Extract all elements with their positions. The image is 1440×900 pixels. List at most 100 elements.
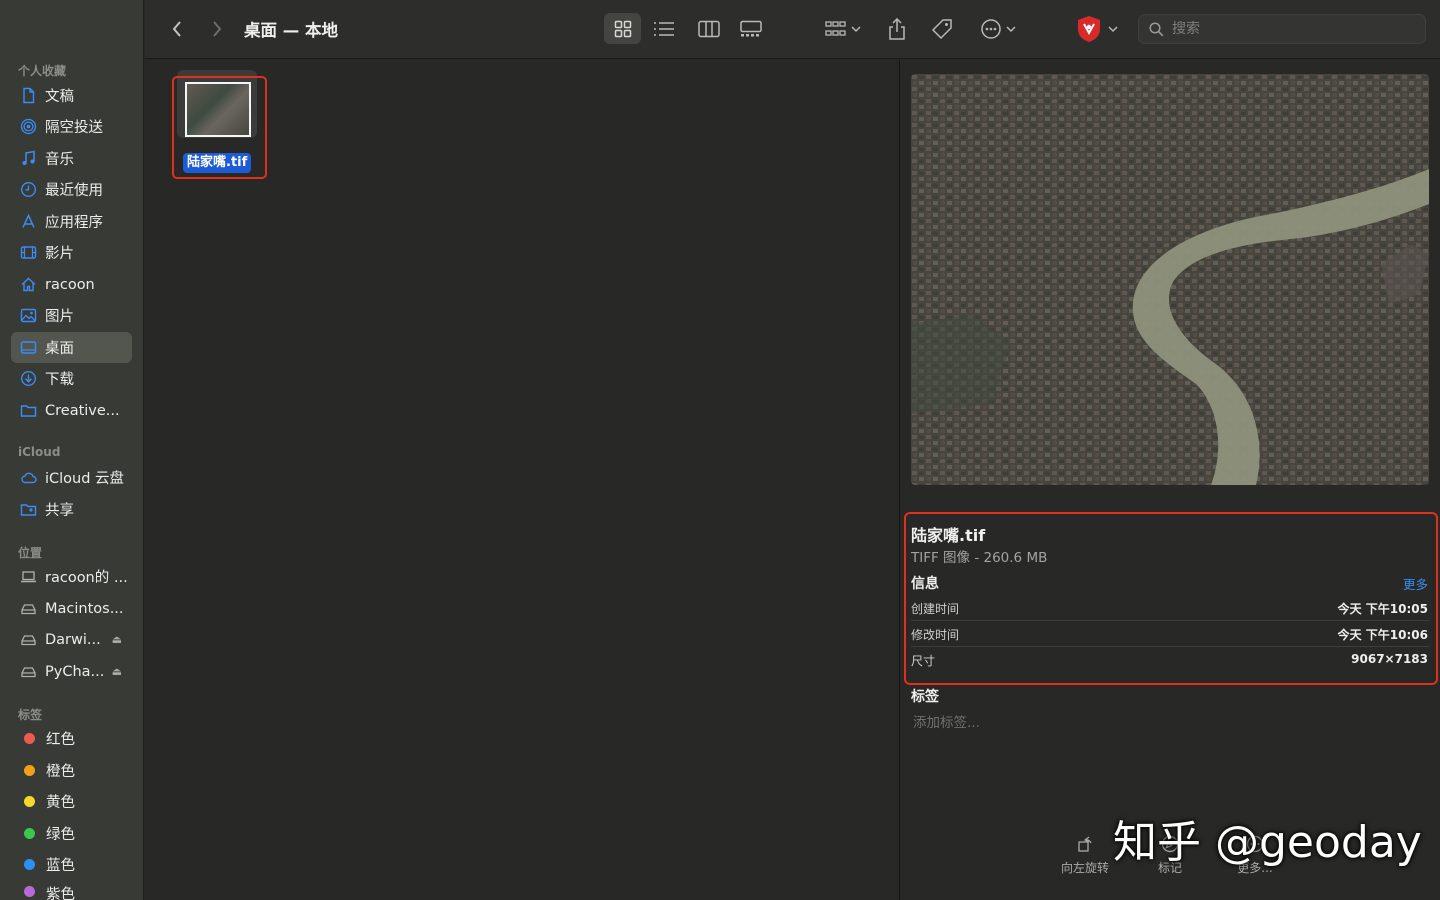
chevron-down-icon [1006, 26, 1016, 33]
sidebar-tag-green[interactable]: 绿色 [11, 818, 132, 849]
tag-dot-icon [24, 733, 35, 744]
desktop-icon [20, 339, 37, 356]
sidebar-tag-yellow[interactable]: 黄色 [11, 786, 132, 817]
chevron-down-icon [851, 26, 861, 33]
tag-dot-icon [24, 765, 35, 776]
sidebar-item-icloud-drive[interactable]: iCloud 云盘 [11, 462, 132, 493]
sidebar-item-mac[interactable]: racoon的 ... [11, 561, 132, 592]
list-icon [654, 22, 674, 36]
back-button[interactable] [167, 16, 187, 42]
share-button[interactable] [883, 14, 911, 44]
shared-folder-icon [20, 501, 37, 518]
sidebar-item-label: 音乐 [45, 152, 74, 168]
icon-view-button[interactable] [607, 15, 639, 43]
sidebar-item-label: 黄色 [46, 795, 75, 811]
share-icon [889, 18, 905, 40]
sidebar-item-label: 文稿 [45, 89, 74, 105]
search-field[interactable] [1138, 14, 1426, 44]
sidebar-tag-red[interactable]: 红色 [11, 723, 132, 754]
sidebar-item-desktop[interactable]: 桌面 [11, 332, 132, 363]
list-view-button[interactable] [648, 15, 680, 43]
sidebar-item-creative[interactable]: Creative... [11, 395, 132, 426]
grid-icon [614, 20, 632, 38]
clock-icon [20, 181, 37, 198]
airdrop-icon [20, 118, 37, 135]
apps-icon [20, 213, 37, 230]
sidebar-tag-purple[interactable]: 紫色 [11, 881, 132, 900]
satellite-image [911, 74, 1429, 485]
sidebar-item-movies[interactable]: 影片 [11, 237, 132, 268]
action-menu-button[interactable] [975, 15, 1021, 43]
group-grid-icon [825, 21, 846, 36]
rotate-left-label: 向左旋转 [1060, 861, 1109, 875]
sidebar-item-label: 蓝色 [46, 858, 75, 874]
group-by-button[interactable] [820, 15, 866, 43]
sidebar-tag-orange[interactable]: 橙色 [11, 755, 132, 786]
favorites-header: 个人收藏 [18, 64, 67, 78]
annotation-highlight-box [172, 76, 267, 179]
sidebar-item-label: 桌面 [45, 341, 74, 357]
sidebar-item-label: 橙色 [46, 764, 75, 780]
icloud-header: iCloud [18, 445, 61, 459]
gallery-icon [740, 20, 762, 37]
sidebar-item-music[interactable]: 音乐 [11, 143, 132, 174]
disk-icon [20, 631, 37, 648]
tag-button[interactable] [927, 14, 957, 44]
rotate-left-icon [1078, 836, 1092, 852]
sidebar-item-label: racoon的 ... [45, 570, 128, 586]
file-grid: 陆家嘴.tif [145, 60, 899, 900]
rotate-left-button[interactable]: 向左旋转 [1050, 835, 1120, 876]
tag-dot-icon [24, 886, 35, 897]
tags-header: 标签 [18, 708, 43, 722]
toolbar: 桌面 — 本地 [145, 0, 1440, 59]
sidebar-item-pycharm[interactable]: PyCha... ⏏ [11, 656, 132, 687]
sidebar-item-shared[interactable]: 共享 [11, 494, 132, 525]
sidebar-item-recents[interactable]: 最近使用 [11, 174, 132, 205]
eject-icon[interactable]: ⏏ [112, 665, 122, 678]
extension-button[interactable] [1073, 13, 1121, 45]
shield-app-icon [1078, 16, 1100, 42]
eject-icon[interactable]: ⏏ [112, 633, 122, 646]
tag-dot-icon [24, 859, 35, 870]
sidebar-item-label: iCloud 云盘 [45, 471, 125, 487]
sidebar-item-darwin[interactable]: Darwi... ⏏ [11, 624, 132, 655]
columns-icon [698, 20, 720, 38]
music-icon [20, 150, 37, 167]
chevron-left-icon [172, 21, 181, 37]
home-icon [20, 276, 37, 293]
add-tags-field[interactable]: 添加标签... [913, 711, 980, 731]
chevron-down-icon [1108, 26, 1118, 33]
sidebar-item-documents[interactable]: 文稿 [11, 80, 132, 111]
sidebar-item-airdrop[interactable]: 隔空投送 [11, 111, 132, 142]
search-input[interactable] [1172, 21, 1402, 37]
window-title: 桌面 — 本地 [244, 21, 338, 40]
finder-window: 个人收藏 文稿 隔空投送 音乐 最近使用 应用程序 影片 racoon 图片 桌… [0, 0, 1440, 900]
sidebar-item-label: Darwi... [45, 631, 101, 648]
sidebar-item-label: 隔空投送 [45, 120, 103, 136]
column-view-button[interactable] [693, 15, 725, 43]
search-icon [1149, 21, 1164, 36]
sidebar-item-home[interactable]: racoon [11, 269, 132, 300]
disk-icon [20, 600, 37, 617]
sidebar-item-label: 图片 [45, 309, 74, 325]
tags-header: 标签 [911, 689, 939, 705]
tag-icon [931, 19, 952, 40]
sidebar-item-label: 共享 [45, 503, 74, 519]
tag-dot-icon [24, 796, 35, 807]
annotation-highlight-box [904, 512, 1438, 685]
sidebar-tag-blue[interactable]: 蓝色 [11, 849, 132, 880]
preview-pane: 陆家嘴.tif TIFF 图像 - 260.6 MB 信息 更多 创建时间 今天… [899, 60, 1440, 900]
sidebar-item-pictures[interactable]: 图片 [11, 300, 132, 331]
sidebar-item-macintosh[interactable]: Macintos... [11, 593, 132, 624]
sidebar-item-applications[interactable]: 应用程序 [11, 206, 132, 237]
watermark: 知乎 @geoday [1113, 817, 1422, 868]
locations-header: 位置 [18, 546, 43, 560]
sidebar-item-label: 红色 [46, 732, 75, 748]
sidebar-item-label: PyCha... [45, 663, 105, 680]
sidebar: 个人收藏 文稿 隔空投送 音乐 最近使用 应用程序 影片 racoon 图片 桌… [0, 0, 144, 900]
gallery-view-button[interactable] [735, 15, 767, 43]
forward-button[interactable] [207, 16, 227, 42]
document-icon [20, 87, 37, 104]
preview-image [911, 74, 1429, 485]
sidebar-item-downloads[interactable]: 下载 [11, 363, 132, 394]
